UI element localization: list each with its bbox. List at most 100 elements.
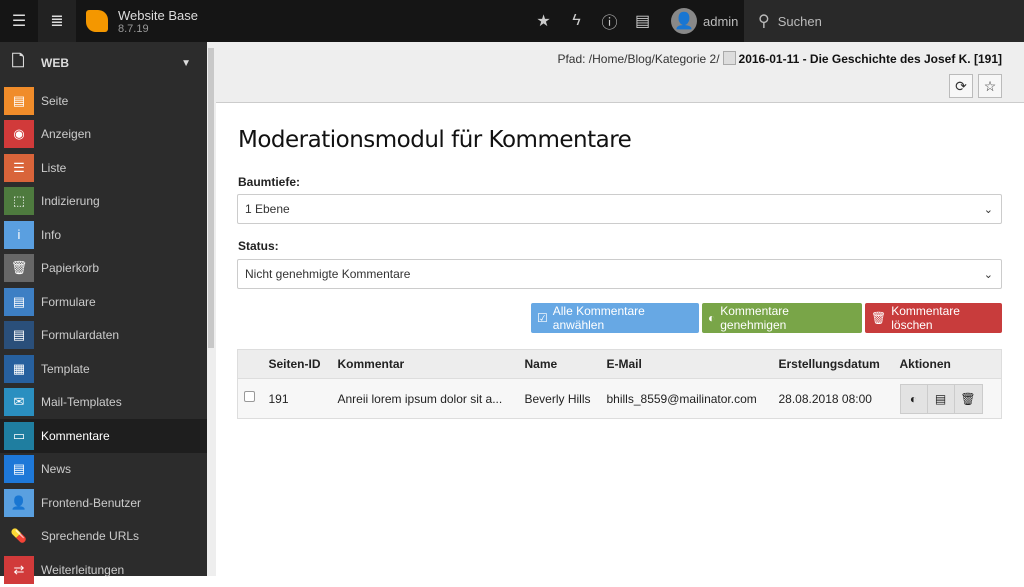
bookmark-star-icon[interactable]: ★ <box>527 11 560 31</box>
sidebar-item-info[interactable]: i Info <box>0 218 207 252</box>
sidebar-item-frontend-benutzer[interactable]: 👤 Frontend-Benutzer <box>0 486 207 520</box>
status-select[interactable]: Nicht genehmigte Kommentare ⌄ <box>237 259 1002 289</box>
sidebar-item-template[interactable]: ▦ Template <box>0 352 207 386</box>
depth-value: 1 Ebene <box>245 202 290 216</box>
module-icon: 👤 <box>4 488 34 517</box>
sidebar-item-label: Liste <box>41 160 67 175</box>
checkbox-icon: ☑ <box>537 311 548 325</box>
module-icon: ☰ <box>4 153 34 182</box>
sidebar-item-label: Papierkorb <box>41 261 100 276</box>
module-icon: i <box>4 220 34 249</box>
sidebar-item-label: Kommentare <box>41 428 110 443</box>
star-outline-icon: ☆ <box>983 77 997 94</box>
sidebar-item-liste[interactable]: ☰ Liste <box>0 151 207 185</box>
sidebar-item-label: Frontend-Benutzer <box>41 495 142 510</box>
delete-trash-icon[interactable]: 🗑 <box>955 385 982 413</box>
sidebar-item-label: Mail-Templates <box>41 395 122 410</box>
chevron-down-icon: ⌄ <box>983 203 993 216</box>
sidebar-item-mail-templates[interactable]: ✉ Mail-Templates <box>0 386 207 420</box>
help-icon[interactable]: ⓘ <box>593 9 626 33</box>
sidebar-item-label: Anzeigen <box>41 127 92 142</box>
flash-icon[interactable]: ϟ <box>560 12 593 30</box>
module-icon: ⇄ <box>4 555 34 584</box>
module-icon: ▤ <box>4 287 34 316</box>
page-icon <box>722 51 736 65</box>
search-field[interactable]: ⚲ Suchen <box>744 0 1024 42</box>
top-bar: ☰ ≣ Website Base 8.7.19 ★ ϟ ⓘ ▤ 👤 admin ⚲… <box>0 0 1024 42</box>
sidebar-item-news[interactable]: ▤ News <box>0 453 207 487</box>
sidebar-item-sprechende-urls[interactable]: 💊 Sprechende URLs <box>0 520 207 554</box>
module-icon: ▤ <box>4 86 34 115</box>
sidebar-item-seite[interactable]: ▤ Seite <box>0 84 207 118</box>
sidebar-item-weiterleitungen[interactable]: ⇄ Weiterleitungen <box>0 553 207 587</box>
module-icon: ✉ <box>4 388 34 417</box>
module-icon: ▤ <box>4 455 34 484</box>
module-group-web[interactable]: 🗋 WEB ▼ <box>0 42 207 84</box>
col-email: E-Mail <box>606 349 779 379</box>
sidebar-item-label: Indizierung <box>41 194 100 209</box>
col-page-id: Seiten-ID <box>268 349 338 379</box>
col-actions: Aktionen <box>899 349 1002 379</box>
row-checkbox[interactable] <box>244 391 255 402</box>
status-value: Nicht genehmigte Kommentare <box>245 267 411 281</box>
delete-label: Kommentare löschen <box>891 304 960 332</box>
approve-toggle-icon[interactable]: ◐ <box>901 384 928 413</box>
menu-toggle-button[interactable]: ☰ <box>0 0 38 42</box>
chevron-down-icon: ⌄ <box>983 268 993 281</box>
delete-button[interactable]: 🗑 Kommentare löschen <box>865 303 1002 333</box>
group-label: WEB <box>41 56 69 70</box>
cell-email: bhills_8559@mailinator.com <box>606 378 779 419</box>
sidebar-item-kommentare[interactable]: ▭ Kommentare <box>0 419 207 453</box>
cell-date: 28.08.2018 08:00 <box>778 378 900 419</box>
depth-select[interactable]: 1 Ebene ⌄ <box>237 194 1002 224</box>
module-icon: ⬚ <box>4 187 34 216</box>
sidebar-item-label: Sprechende URLs <box>41 529 140 544</box>
select-all-button[interactable]: ☑ Alle Kommentare anwählen <box>531 303 699 333</box>
depth-label: Baumtiefe: <box>238 175 301 189</box>
avatar[interactable]: 👤 <box>671 8 697 34</box>
cell-page-id: 191 <box>268 378 338 419</box>
col-name: Name <box>524 349 607 379</box>
status-label: Status: <box>238 239 279 253</box>
cell-name: Beverly Hills <box>524 378 607 419</box>
bookmark-button[interactable]: ☆ <box>978 74 1002 98</box>
approve-button[interactable]: ◐ Kommentare genehmigen <box>702 303 862 333</box>
system-info-icon[interactable]: ▤ <box>626 11 659 31</box>
table-row: 191 Anreii lorem ipsum dolor sit a... Be… <box>237 378 1002 419</box>
sidebar-item-label: Template <box>41 361 90 376</box>
doc-header: Pfad: /Home/Blog/Kategorie 2/2016-01-11 … <box>216 42 1024 103</box>
module-menu: 🗋 WEB ▼ ▤ Seite ◉ Anzeigen ☰ Liste ⬚ Indizierun… <box>0 42 207 584</box>
trash-icon: 🗑 <box>871 311 887 325</box>
sidebar-item-formulare[interactable]: ▤ Formulare <box>0 285 207 319</box>
view-page-icon[interactable]: ▤ <box>928 384 955 413</box>
typo3-logo-icon <box>86 10 108 32</box>
module-title: Moderationsmodul für Kommentare <box>238 127 632 153</box>
approve-label: Kommentare genehmigen <box>720 304 789 332</box>
user-name[interactable]: admin <box>703 14 738 29</box>
select-all-label: Alle Kommentare anwählen <box>552 304 645 332</box>
sidebar-item-label: Info <box>41 227 62 242</box>
col-comment: Kommentar <box>337 349 525 379</box>
search-label: Suchen <box>777 13 822 29</box>
sidebar-item-anzeigen[interactable]: ◉ Anzeigen <box>0 118 207 152</box>
sidebar-item-indizierung[interactable]: ⬚ Indizierung <box>0 185 207 219</box>
path-prefix: Pfad: /Home/Blog/Kategorie 2/ <box>557 52 720 66</box>
sidebar-scrollbar[interactable] <box>207 42 216 576</box>
module-icon: 🗑 <box>4 254 34 283</box>
site-name: Website Base <box>118 7 198 23</box>
sidebar-item-papierkorb[interactable]: 🗑 Papierkorb <box>0 252 207 286</box>
sidebar-item-label: Formulardaten <box>41 328 120 343</box>
hamburger-icon: ☰ <box>11 13 27 30</box>
cell-comment: Anreii lorem ipsum dolor sit a... <box>337 378 525 419</box>
sidebar-item-label: Weiterleitungen <box>41 562 125 577</box>
page-tree-toggle-button[interactable]: ≣ <box>38 0 76 42</box>
comments-table: Seiten-ID Kommentar Name E-Mail Erstellu… <box>237 349 1002 419</box>
module-icon: ▦ <box>4 354 34 383</box>
reload-button[interactable]: ⟳ <box>949 74 973 98</box>
site-logo[interactable]: Website Base 8.7.19 <box>76 0 218 42</box>
module-icon: 💊 <box>4 522 34 551</box>
sidebar-item-formulardaten[interactable]: ▤ Formulardaten <box>0 319 207 353</box>
search-icon: ⚲ <box>758 13 770 30</box>
page-title: 2016-01-11 - Die Geschichte des Josef K.… <box>738 52 1002 66</box>
scrollbar-thumb[interactable] <box>208 48 214 348</box>
